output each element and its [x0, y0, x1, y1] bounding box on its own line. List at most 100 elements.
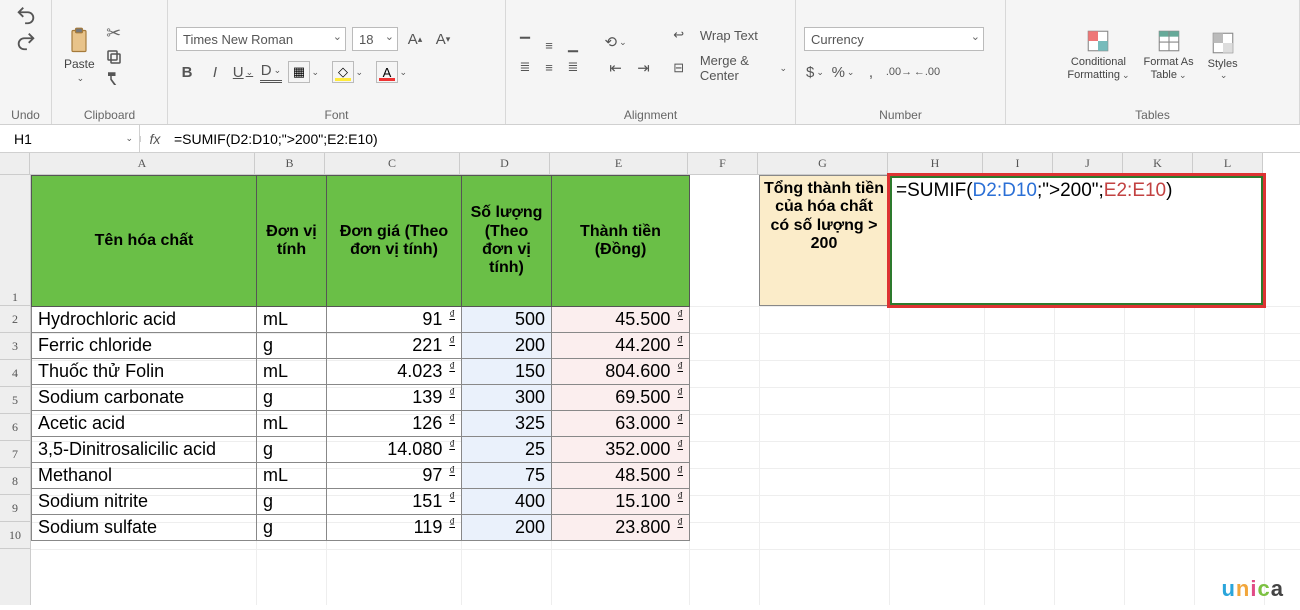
- row-header-7[interactable]: 7: [0, 441, 30, 468]
- col-header-A[interactable]: A: [30, 153, 255, 174]
- cell[interactable]: 119 ₫: [327, 515, 462, 541]
- font-name-select[interactable]: [176, 27, 346, 51]
- cell[interactable]: Methanol: [32, 463, 257, 489]
- col-header-E[interactable]: E: [550, 153, 688, 174]
- cell[interactable]: 91 ₫: [327, 307, 462, 333]
- cell[interactable]: 300: [462, 385, 552, 411]
- cell[interactable]: 97 ₫: [327, 463, 462, 489]
- format-painter-button[interactable]: [105, 70, 123, 88]
- cell[interactable]: 15.100 ₫: [552, 489, 690, 515]
- conditional-formatting-button[interactable]: Conditional Formatting⌄: [1063, 28, 1133, 81]
- cell[interactable]: 25: [462, 437, 552, 463]
- fx-icon[interactable]: fx: [140, 131, 170, 147]
- underline-button[interactable]: U⌄: [232, 61, 254, 83]
- cut-button[interactable]: ✂: [106, 23, 121, 44]
- cell[interactable]: mL: [257, 359, 327, 385]
- currency-button[interactable]: $⌄: [804, 61, 826, 83]
- row-header-5[interactable]: 5: [0, 387, 30, 414]
- cell[interactable]: Sodium sulfate: [32, 515, 257, 541]
- cell[interactable]: 151 ₫: [327, 489, 462, 515]
- select-all-corner[interactable]: [0, 153, 30, 175]
- cell[interactable]: 44.200 ₫: [552, 333, 690, 359]
- wrap-text-button[interactable]: ↩ Wrap Text: [673, 27, 758, 43]
- row-header-8[interactable]: 8: [0, 468, 30, 495]
- undo-button[interactable]: [15, 4, 37, 26]
- name-box[interactable]: H1⌄: [0, 125, 140, 152]
- cell[interactable]: g: [257, 515, 327, 541]
- cell[interactable]: 325: [462, 411, 552, 437]
- cell[interactable]: 48.500 ₫: [552, 463, 690, 489]
- col-header-G[interactable]: G: [758, 153, 888, 174]
- cell[interactable]: Sodium carbonate: [32, 385, 257, 411]
- cell[interactable]: 400: [462, 489, 552, 515]
- cell[interactable]: Acetic acid: [32, 411, 257, 437]
- col-header-L[interactable]: L: [1193, 153, 1263, 174]
- font-color-button[interactable]: A⌄: [376, 61, 398, 83]
- cell[interactable]: 75: [462, 463, 552, 489]
- col-header-I[interactable]: I: [983, 153, 1053, 174]
- orientation-button[interactable]: ⟲⌄: [605, 31, 627, 53]
- cell[interactable]: 23.800 ₫: [552, 515, 690, 541]
- cell-styles-button[interactable]: Styles ⌄: [1204, 30, 1242, 81]
- col-header-F[interactable]: F: [688, 153, 758, 174]
- cell[interactable]: 221 ₫: [327, 333, 462, 359]
- align-center-button[interactable]: ≡: [538, 56, 560, 78]
- decrease-indent-button[interactable]: ⇤: [605, 57, 627, 79]
- align-top-button[interactable]: ▔: [514, 34, 536, 56]
- cell[interactable]: 4.023 ₫: [327, 359, 462, 385]
- paste-button[interactable]: Paste⌄: [60, 25, 99, 86]
- row-header-2[interactable]: 2: [0, 306, 30, 333]
- increase-indent-button[interactable]: ⇥: [633, 57, 655, 79]
- double-underline-button[interactable]: D⌄: [260, 61, 282, 83]
- cell[interactable]: 804.600 ₫: [552, 359, 690, 385]
- number-format-select[interactable]: [804, 27, 984, 51]
- col-header-B[interactable]: B: [255, 153, 325, 174]
- cell[interactable]: 14.080 ₫: [327, 437, 462, 463]
- row-header-6[interactable]: 6: [0, 414, 30, 441]
- cell[interactable]: 45.500 ₫: [552, 307, 690, 333]
- cell[interactable]: 352.000 ₫: [552, 437, 690, 463]
- col-header-K[interactable]: K: [1123, 153, 1193, 174]
- comma-button[interactable]: ,: [860, 61, 882, 83]
- increase-decimal-button[interactable]: .00→: [888, 61, 910, 83]
- cell[interactable]: Ferric chloride: [32, 333, 257, 359]
- redo-button[interactable]: [15, 30, 37, 52]
- summary-label-cell[interactable]: Tổng thành tiền của hóa chất có số lượng…: [759, 175, 889, 306]
- cells-area[interactable]: Tên hóa chấtĐơn vị tínhĐơn giá (Theo đơn…: [31, 175, 1300, 605]
- cell[interactable]: 69.500 ₫: [552, 385, 690, 411]
- cell[interactable]: mL: [257, 411, 327, 437]
- cell[interactable]: 150: [462, 359, 552, 385]
- fill-color-button[interactable]: ◇⌄: [332, 61, 354, 83]
- bold-button[interactable]: B: [176, 61, 198, 83]
- active-formula-cell[interactable]: =SUMIF(D2:D10;">200";E2:E10): [887, 173, 1266, 308]
- row-header-4[interactable]: 4: [0, 360, 30, 387]
- cell[interactable]: 500: [462, 307, 552, 333]
- align-right-button[interactable]: ≣: [562, 56, 584, 78]
- col-header-D[interactable]: D: [460, 153, 550, 174]
- align-bottom-button[interactable]: ▁: [562, 34, 584, 56]
- italic-button[interactable]: I: [204, 61, 226, 83]
- cell[interactable]: g: [257, 385, 327, 411]
- cell[interactable]: mL: [257, 463, 327, 489]
- cell[interactable]: 3,5-Dinitrosalicilic acid: [32, 437, 257, 463]
- cell[interactable]: 139 ₫: [327, 385, 462, 411]
- formula-input[interactable]: =SUMIF(D2:D10;">200";E2:E10): [170, 131, 1300, 147]
- col-header-C[interactable]: C: [325, 153, 460, 174]
- cell[interactable]: 200: [462, 333, 552, 359]
- col-header-H[interactable]: H: [888, 153, 983, 174]
- cell[interactable]: Hydrochloric acid: [32, 307, 257, 333]
- row-header-9[interactable]: 9: [0, 495, 30, 522]
- row-header-1[interactable]: 1: [0, 175, 30, 306]
- decrease-decimal-button[interactable]: ←.00: [916, 61, 938, 83]
- border-button[interactable]: ▦⌄: [288, 61, 310, 83]
- cell[interactable]: 63.000 ₫: [552, 411, 690, 437]
- format-as-table-button[interactable]: Format As Table⌄: [1140, 28, 1198, 81]
- font-size-select[interactable]: [352, 27, 398, 51]
- col-header-J[interactable]: J: [1053, 153, 1123, 174]
- percent-button[interactable]: %⌄: [832, 61, 854, 83]
- row-header-3[interactable]: 3: [0, 333, 30, 360]
- cell[interactable]: 126 ₫: [327, 411, 462, 437]
- row-header-10[interactable]: 10: [0, 522, 30, 549]
- increase-font-button[interactable]: A▴: [404, 28, 426, 50]
- cell[interactable]: g: [257, 489, 327, 515]
